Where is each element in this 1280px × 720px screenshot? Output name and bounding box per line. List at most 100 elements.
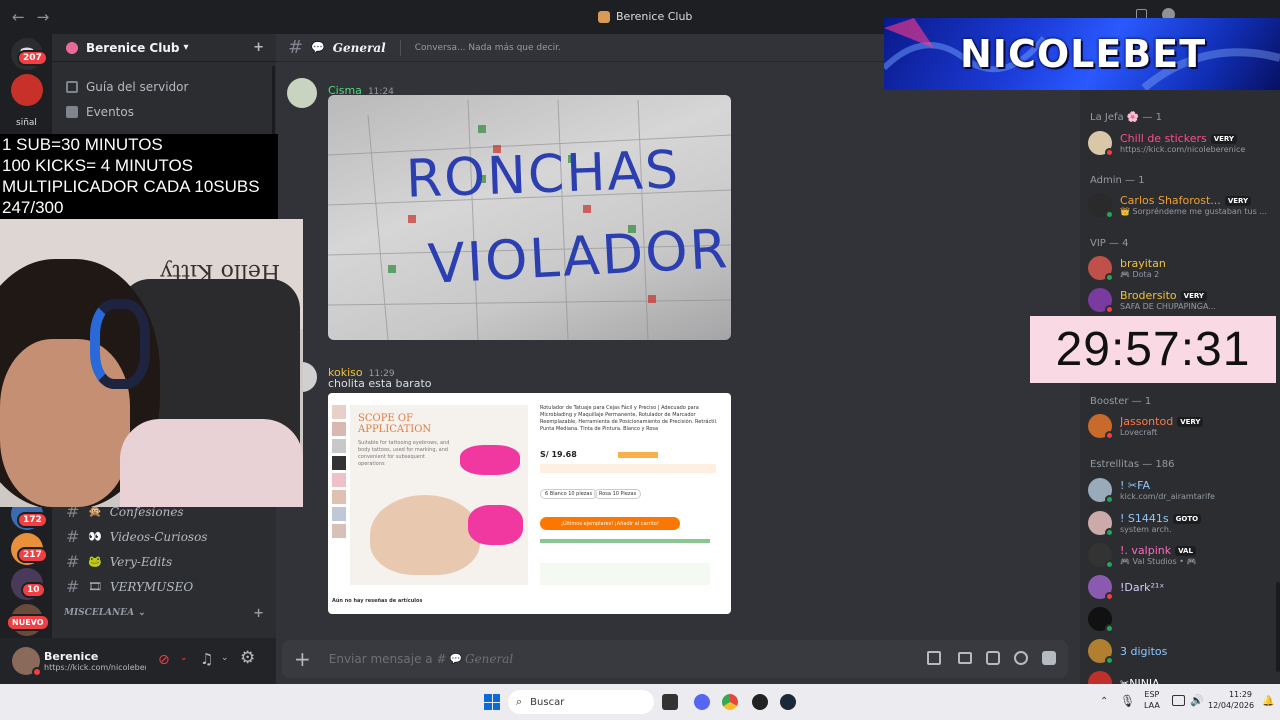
chevron-down-icon[interactable]: ⌄ — [180, 653, 188, 663]
member-text: !Dark²¹ˣ — [1120, 581, 1164, 594]
avatar[interactable] — [1088, 414, 1114, 440]
avatar[interactable] — [1088, 256, 1114, 282]
gear-icon[interactable]: ⚙ — [240, 648, 255, 668]
member-item[interactable]: !. valpink VAL 🎮 Val Studios • 🎮 — [1088, 542, 1276, 569]
task-view-icon[interactable] — [662, 694, 678, 710]
shipping-banner — [540, 464, 716, 473]
member-item[interactable]: Chill de stickers VERY https://kick.com/ni… — [1088, 130, 1276, 157]
option-chip[interactable]: 6 Blanco 10 piezas — [540, 489, 598, 499]
search-placeholder: Buscar — [530, 696, 565, 708]
product-screenshot[interactable]: SCOPE OF APPLICATION Suitable for tattoo… — [328, 393, 731, 614]
member-item[interactable]: Carlos Shaforost... VERY 👑 Sorpréndeme me … — [1088, 192, 1276, 219]
language-layout: LAA — [1144, 701, 1160, 710]
channel-emoji: 💬 — [449, 653, 462, 665]
avatar[interactable] — [1088, 511, 1114, 537]
message-text: cholita esta barato — [328, 377, 432, 390]
member-item[interactable]: Jassontod VERY Lovecraft — [1088, 413, 1276, 440]
avatar[interactable] — [287, 78, 317, 108]
member-item[interactable]: !Dark²¹ˣ — [1088, 574, 1276, 601]
steam-icon[interactable] — [780, 694, 796, 710]
back-arrow-icon[interactable]: ← — [12, 8, 25, 26]
channel-topic[interactable]: Conversa... Nada más que decir. — [415, 43, 561, 53]
headphones — [90, 299, 150, 389]
member-name-row: !. valpink VAL — [1120, 544, 1196, 557]
taskbar-search[interactable]: ⌕ Buscar — [508, 690, 654, 714]
window-title: Berenice Club — [598, 10, 692, 23]
add-attachment-icon[interactable]: + — [294, 647, 311, 671]
member-name: !. valpink — [1120, 544, 1172, 557]
member-text: !. valpink VAL 🎮 Val Studios • 🎮 — [1120, 544, 1196, 566]
network-icon[interactable] — [1172, 695, 1185, 706]
forward-arrow-icon[interactable]: → — [37, 8, 50, 26]
windows-start-icon[interactable] — [484, 694, 500, 710]
member-item[interactable]: Brodersito VERY SAFA DE CHUPAPINGA... — [1088, 287, 1276, 314]
language-indicator[interactable]: ESP LAA — [1144, 689, 1160, 711]
member-text: Chill de stickers VERY https://kick.com/ni… — [1120, 132, 1245, 154]
member-name-row: Brodersito VERY — [1120, 289, 1216, 302]
sticker-icon[interactable] — [986, 651, 1000, 665]
chevron-down-icon[interactable]: ⌄ — [221, 653, 229, 663]
avatar[interactable] — [12, 647, 42, 677]
avatar[interactable] — [1088, 288, 1114, 314]
avatar[interactable] — [1088, 639, 1114, 665]
avatar[interactable] — [1088, 478, 1114, 504]
category-miscelanea[interactable]: MISCELANEA ⌄ + — [52, 599, 276, 627]
obs-icon[interactable] — [752, 694, 768, 710]
member-item[interactable]: ! ✂FA kick.com/dr_airamtarife — [1088, 477, 1276, 504]
member-item[interactable] — [1088, 606, 1276, 633]
invite-icon[interactable]: + — [253, 40, 264, 55]
gift-icon[interactable] — [927, 651, 941, 665]
member-activity: 🎮 Dota 2 — [1120, 270, 1160, 279]
thumbnail-strip — [332, 405, 346, 583]
mic-muted-icon[interactable]: ⊘ — [158, 652, 170, 668]
chevron-up-icon[interactable]: ⌃ — [1100, 696, 1108, 707]
member-name-row: ! ✂FA — [1120, 479, 1215, 492]
avatar[interactable] — [1088, 193, 1114, 219]
volume-icon[interactable]: 🔊 — [1190, 694, 1204, 707]
member-item[interactable]: ! S1441s GOTO system arch. — [1088, 510, 1276, 537]
channel-name: Very-Edits — [109, 554, 173, 569]
add-channel-icon[interactable]: + — [253, 606, 264, 621]
member-group-label: Admin — 1 — [1090, 175, 1145, 186]
member-item[interactable]: 3 digitos — [1088, 638, 1276, 665]
avatar[interactable] — [1088, 543, 1114, 569]
member-text: Brodersito VERY SAFA DE CHUPAPINGA... — [1120, 289, 1216, 311]
add-to-cart-button[interactable]: ¡Últimos ejemplares! ¡Añadir al carrito! — [540, 517, 680, 530]
discord-taskbar-icon[interactable] — [694, 694, 710, 710]
sidebar-item-events[interactable]: Eventos — [52, 99, 276, 124]
headphones-icon[interactable]: ♫ — [200, 650, 213, 668]
server-avatar[interactable] — [11, 74, 43, 106]
channel-very-edits[interactable]: # 🐸 Very-Edits — [52, 549, 276, 574]
sidebar-scrollbar[interactable] — [272, 66, 275, 136]
mic-icon[interactable]: 🎙 — [1120, 694, 1135, 708]
new-badge[interactable]: NUEVO — [6, 614, 50, 631]
ballot-image[interactable]: RONCHAS VIOLADOR — [328, 95, 731, 340]
member-group-label: Booster — 1 — [1090, 396, 1152, 407]
member-name-row: !Dark²¹ˣ — [1120, 581, 1164, 594]
member-text: brayitan 🎮 Dota 2 — [1120, 257, 1166, 279]
member-item[interactable]: brayitan 🎮 Dota 2 — [1088, 255, 1276, 282]
username: Berenice — [44, 650, 99, 663]
clock[interactable]: 11:29 12/04/2026 — [1208, 689, 1254, 711]
channel-videos-curiosos[interactable]: # 👀 Videos-Curiosos — [52, 524, 276, 549]
option-chip[interactable]: Rosa 10 Piezas — [594, 489, 642, 499]
gif-icon[interactable] — [958, 652, 972, 664]
emoji-icon[interactable] — [1014, 651, 1028, 665]
member-name: ! S1441s — [1120, 512, 1169, 525]
avatar[interactable] — [1088, 607, 1114, 633]
chrome-icon[interactable] — [722, 694, 738, 710]
notification-bell-icon[interactable]: 🔔 — [1262, 696, 1274, 707]
avatar[interactable] — [1088, 575, 1114, 601]
apps-icon[interactable] — [1042, 651, 1056, 665]
chat-area: # 💬 General Conversa... Nada más que dec… — [276, 34, 1080, 684]
avatar[interactable] — [1088, 131, 1114, 157]
channel-verymuseo[interactable]: # 🎞 VERYMUSEO — [52, 574, 276, 599]
chevron-down-icon[interactable]: ▾ — [183, 42, 188, 53]
member-scrollbar[interactable] — [1276, 582, 1280, 672]
sidebar-item-guide[interactable]: Guía del servidor — [52, 74, 276, 99]
user-info[interactable]: Berenice https://kick.com/nicoleber — [44, 650, 146, 672]
reviews-text: Aún no hay reseñas de artículos — [332, 598, 423, 604]
server-header[interactable]: Berenice Club ▾ + — [52, 34, 276, 62]
message-composer[interactable]: + Enviar mensaje a # 💬 General — [282, 640, 1068, 678]
channel-list: # 🙊 Confesiones # 👀 Videos-Curiosos # 🐸 Very-E… — [52, 499, 276, 627]
